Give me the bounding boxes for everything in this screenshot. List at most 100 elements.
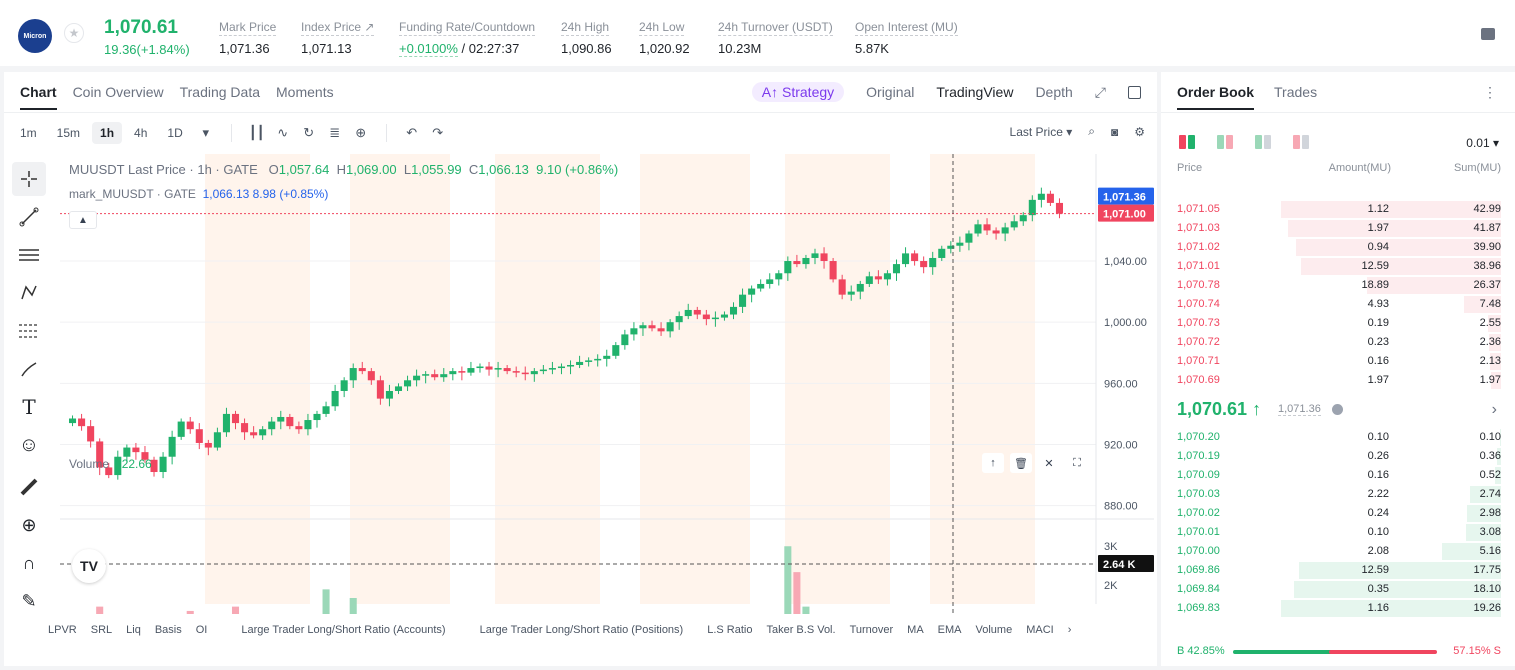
ask-row[interactable]: 1,071.03 1.97 41.87 xyxy=(1161,219,1515,238)
tab-chart[interactable]: Chart xyxy=(20,84,57,110)
tab-tradingview[interactable]: TradingView xyxy=(936,84,1013,100)
zoom-in-icon[interactable]: ⊕ xyxy=(12,508,46,542)
collapse-legend-button[interactable]: ▲ xyxy=(69,211,97,229)
tab-coin-overview[interactable]: Coin Overview xyxy=(73,84,164,110)
view-asks-icon[interactable] xyxy=(1293,135,1309,149)
chart-toolbar-right: Last Price ▾ ⌕ ◙ ⚙ xyxy=(1010,124,1145,139)
tf-1d[interactable]: 1D xyxy=(159,122,190,144)
ind-volume[interactable]: Volume xyxy=(976,624,1013,636)
ind-lpvr[interactable]: LPVR xyxy=(48,624,77,636)
template-icon[interactable]: ≣ xyxy=(324,122,346,144)
tab-trading-data[interactable]: Trading Data xyxy=(180,84,260,110)
emoji-icon[interactable]: ☺ xyxy=(12,428,46,462)
tf-4h[interactable]: 4h xyxy=(126,122,155,144)
text-tool-icon[interactable]: T xyxy=(12,390,46,424)
ruler-icon[interactable] xyxy=(12,470,46,504)
settings-gear-icon[interactable]: ⚙ xyxy=(1134,125,1145,139)
row-price: 1,070.03 xyxy=(1177,488,1220,500)
delete-icon[interactable]: 🗑 xyxy=(1010,453,1032,473)
camera-icon[interactable]: ◙ xyxy=(1111,125,1118,139)
ind-lt-positions[interactable]: Large Trader Long/Short Ratio (Positions… xyxy=(480,624,684,636)
bid-row[interactable]: 1,070.19 0.26 0.36 xyxy=(1161,447,1515,466)
precision-select[interactable]: 0.01 ▾ xyxy=(1466,136,1499,150)
horizontal-lines-icon[interactable] xyxy=(12,238,46,272)
book-icon[interactable] xyxy=(1481,28,1495,40)
strategy-button[interactable]: A↑ Strategy xyxy=(751,82,845,102)
trendline-icon[interactable] xyxy=(12,200,46,234)
pattern-icon[interactable] xyxy=(12,276,46,310)
ask-row[interactable]: 1,070.78 18.89 26.37 xyxy=(1161,276,1515,295)
window-icon[interactable] xyxy=(1128,85,1141,99)
favorite-star-icon[interactable]: ★ xyxy=(64,23,84,43)
bid-row[interactable]: 1,069.84 0.35 18.10 xyxy=(1161,580,1515,599)
fib-icon[interactable] xyxy=(12,314,46,348)
tf-1h[interactable]: 1h xyxy=(92,122,123,144)
ind-lt-accounts[interactable]: Large Trader Long/Short Ratio (Accounts) xyxy=(241,624,445,636)
crosshair-icon[interactable] xyxy=(12,162,46,196)
ask-row[interactable]: 1,071.02 0.94 39.90 xyxy=(1161,238,1515,257)
caret-down-icon[interactable]: ▾ xyxy=(195,122,217,144)
tf-1m[interactable]: 1m xyxy=(12,122,45,144)
ask-row[interactable]: 1,071.01 12.59 38.96 xyxy=(1161,257,1515,276)
brush-icon[interactable] xyxy=(12,352,46,386)
tab-depth[interactable]: Depth xyxy=(1035,84,1072,100)
bid-row[interactable]: 1,070.02 0.24 2.98 xyxy=(1161,504,1515,523)
indicators-icon[interactable]: ∿ xyxy=(272,122,294,144)
bid-row[interactable]: 1,070.20 0.10 0.10 xyxy=(1161,428,1515,447)
bid-row[interactable]: 1,069.83 1.16 19.26 xyxy=(1161,599,1515,618)
view-asks-bids-icon[interactable] xyxy=(1217,135,1233,149)
chevron-right-icon[interactable]: › xyxy=(1068,624,1072,636)
redo-icon[interactable]: ↷ xyxy=(427,122,449,144)
session-band xyxy=(640,154,750,604)
ask-row[interactable]: 1,070.72 0.23 2.36 xyxy=(1161,333,1515,352)
ind-macd[interactable]: MACI xyxy=(1026,624,1054,636)
ask-row[interactable]: 1,070.74 4.93 7.48 xyxy=(1161,295,1515,314)
maximize-pane-icon[interactable]: ⛶ xyxy=(1066,453,1088,473)
bid-row[interactable]: 1,070.00 2.08 5.16 xyxy=(1161,542,1515,561)
view-both-icon[interactable] xyxy=(1179,135,1195,149)
ask-row[interactable]: 1,070.71 0.16 2.13 xyxy=(1161,352,1515,371)
tab-order-book[interactable]: Order Book xyxy=(1177,84,1255,110)
session-band xyxy=(785,154,890,604)
row-amount: 0.19 xyxy=(1367,317,1389,329)
price-chart[interactable]: 1,040.00 1,000.00 960.00 920.00 880.00 1,071.… xyxy=(60,154,1154,614)
expand-icon[interactable]: ⤢ xyxy=(1095,84,1106,101)
ind-ma[interactable]: MA xyxy=(907,624,924,636)
ind-basis[interactable]: Basis xyxy=(155,624,182,636)
move-up-icon[interactable]: ↑ xyxy=(982,453,1004,473)
magnet-icon[interactable]: ∩ xyxy=(12,546,46,580)
tab-trades[interactable]: Trades xyxy=(1274,84,1317,110)
refresh-icon[interactable]: ↻ xyxy=(298,122,320,144)
candle-body xyxy=(222,413,230,433)
ask-row[interactable]: 1,070.73 0.19 2.55 xyxy=(1161,314,1515,333)
more-menu-icon[interactable]: ⋮ xyxy=(1483,84,1497,101)
ind-ema[interactable]: EMA xyxy=(938,624,962,636)
search-icon[interactable]: ⌕ xyxy=(1088,124,1095,139)
collapse-pane-icon[interactable]: ✕ xyxy=(1038,453,1060,473)
ask-row[interactable]: 1,071.05 1.12 42.99 xyxy=(1161,200,1515,219)
price-type-select[interactable]: Last Price ▾ xyxy=(1010,125,1073,139)
info-icon[interactable] xyxy=(1332,404,1343,415)
mark-price-tag: 1,071.36 xyxy=(1103,192,1146,204)
tab-moments[interactable]: Moments xyxy=(276,84,334,110)
chevron-right-icon[interactable]: › xyxy=(1492,401,1497,419)
ask-row[interactable]: 1,070.69 1.97 1.97 xyxy=(1161,371,1515,390)
candle-type-icon[interactable]: ┃┃ xyxy=(246,122,268,144)
ind-srl[interactable]: SRL xyxy=(91,624,112,636)
ind-ls-ratio[interactable]: L.S Ratio xyxy=(707,624,752,636)
candle-body xyxy=(485,366,493,370)
ind-taker-vol[interactable]: Taker B.S Vol. xyxy=(766,624,835,636)
pencil-lock-icon[interactable]: ✎ xyxy=(12,584,46,618)
bid-row[interactable]: 1,070.03 2.22 2.74 xyxy=(1161,485,1515,504)
ind-turnover[interactable]: Turnover xyxy=(850,624,894,636)
tf-15m[interactable]: 15m xyxy=(49,122,88,144)
tab-original[interactable]: Original xyxy=(866,84,914,100)
ind-liq[interactable]: Liq xyxy=(126,624,141,636)
bid-row[interactable]: 1,069.86 12.59 17.75 xyxy=(1161,561,1515,580)
add-alert-icon[interactable]: ⊕ xyxy=(350,122,372,144)
view-bids-icon[interactable] xyxy=(1255,135,1271,149)
undo-icon[interactable]: ↶ xyxy=(401,122,423,144)
ind-oi[interactable]: OI xyxy=(196,624,208,636)
bid-row[interactable]: 1,070.01 0.10 3.08 xyxy=(1161,523,1515,542)
bid-row[interactable]: 1,070.09 0.16 0.52 xyxy=(1161,466,1515,485)
